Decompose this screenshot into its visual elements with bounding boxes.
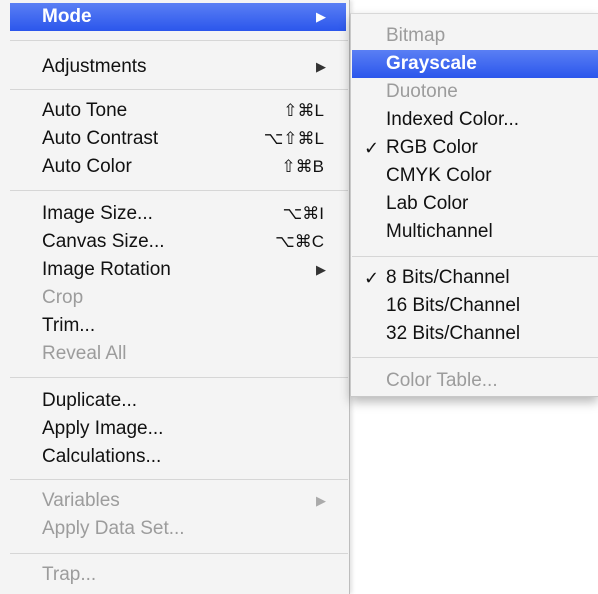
menu-item-duplicate[interactable]: Duplicate...: [10, 387, 346, 415]
submenu-item-rgb-color[interactable]: ✓ RGB Color: [352, 134, 598, 162]
menu-item-label: Trap...: [42, 564, 97, 585]
menu-separator: [352, 256, 598, 257]
menu-item-reveal-all[interactable]: Reveal All: [10, 340, 346, 368]
keyboard-shortcut: ⌥⌘C: [275, 232, 324, 251]
submenu-item-multichannel[interactable]: Multichannel: [352, 218, 598, 246]
menu-item-label: Mode: [42, 6, 92, 27]
menu-item-calculations[interactable]: Calculations...: [10, 443, 346, 471]
menu-item-mode[interactable]: Mode ▶: [10, 3, 346, 31]
menu-separator: [10, 89, 348, 90]
submenu-item-32-bits[interactable]: 32 Bits/Channel: [352, 320, 598, 348]
submenu-item-8-bits[interactable]: ✓ 8 Bits/Channel: [352, 264, 598, 292]
menu-item-apply-data-set[interactable]: Apply Data Set...: [10, 515, 346, 543]
submenu-item-16-bits[interactable]: 16 Bits/Channel: [352, 292, 598, 320]
menu-item-label: Color Table...: [386, 370, 498, 391]
menu-item-label: Auto Contrast: [42, 128, 159, 149]
menu-item-label: Canvas Size...: [42, 231, 165, 252]
menu-item-label: RGB Color: [386, 137, 478, 158]
menu-item-auto-color[interactable]: Auto Color ⇧⌘B: [10, 153, 346, 181]
menu-item-image-size[interactable]: Image Size... ⌥⌘I: [10, 200, 346, 228]
menu-item-label: Image Rotation: [42, 259, 171, 280]
submenu-item-bitmap[interactable]: Bitmap: [352, 22, 598, 50]
keyboard-shortcut: ⇧⌘L: [283, 101, 324, 120]
menu-separator: [10, 190, 348, 191]
menu-item-label: 16 Bits/Channel: [386, 295, 521, 316]
menu-item-auto-contrast[interactable]: Auto Contrast ⌥⇧⌘L: [10, 125, 346, 153]
menu-item-label: Crop: [42, 287, 84, 308]
menu-item-label: Apply Data Set...: [42, 518, 185, 539]
checkmark-icon: ✓: [364, 138, 380, 158]
image-menu: Mode ▶ Adjustments ▶ Auto Tone ⇧⌘L Auto …: [0, 0, 350, 594]
menu-item-apply-image[interactable]: Apply Image...: [10, 415, 346, 443]
menu-separator: [10, 40, 348, 41]
submenu-item-grayscale[interactable]: Grayscale: [352, 50, 598, 78]
menu-item-label: Duotone: [386, 81, 458, 102]
menu-item-variables[interactable]: Variables ▶: [10, 487, 346, 515]
menu-item-label: Auto Color: [42, 156, 132, 177]
menu-item-label: Calculations...: [42, 446, 162, 467]
submenu-item-lab-color[interactable]: Lab Color: [352, 190, 598, 218]
keyboard-shortcut: ⇧⌘B: [281, 157, 324, 176]
menu-item-label: 8 Bits/Channel: [386, 267, 510, 288]
submenu-item-color-table[interactable]: Color Table...: [352, 367, 598, 395]
submenu-item-duotone[interactable]: Duotone: [352, 78, 598, 106]
menu-item-label: 32 Bits/Channel: [386, 323, 521, 344]
menu-separator: [10, 479, 348, 480]
menu-item-label: Adjustments: [42, 56, 147, 77]
menu-item-trim[interactable]: Trim...: [10, 312, 346, 340]
menu-item-label: Apply Image...: [42, 418, 164, 439]
menu-item-adjustments[interactable]: Adjustments ▶: [10, 53, 346, 81]
submenu-item-indexed-color[interactable]: Indexed Color...: [352, 106, 598, 134]
menu-item-label: Duplicate...: [42, 390, 138, 411]
menu-item-label: Auto Tone: [42, 100, 128, 121]
submenu-item-cmyk-color[interactable]: CMYK Color: [352, 162, 598, 190]
menu-item-label: Grayscale: [386, 53, 477, 74]
menu-item-label: CMYK Color: [386, 165, 492, 186]
menu-item-canvas-size[interactable]: Canvas Size... ⌥⌘C: [10, 228, 346, 256]
menu-item-label: Reveal All: [42, 343, 127, 364]
menu-item-trap[interactable]: Trap...: [10, 561, 346, 589]
menu-item-label: Variables: [42, 490, 120, 511]
menu-item-label: Multichannel: [386, 221, 493, 242]
menu-item-label: Image Size...: [42, 203, 153, 224]
menu-item-label: Indexed Color...: [386, 109, 520, 130]
menu-item-label: Lab Color: [386, 193, 469, 214]
submenu-arrow-icon: ▶: [316, 9, 326, 24]
submenu-arrow-icon: ▶: [316, 59, 326, 74]
menu-separator: [352, 357, 598, 358]
mode-submenu: Bitmap Grayscale Duotone Indexed Color..…: [350, 13, 598, 397]
menu-item-auto-tone[interactable]: Auto Tone ⇧⌘L: [10, 97, 346, 125]
submenu-arrow-icon: ▶: [316, 262, 326, 277]
menu-separator: [10, 377, 348, 378]
submenu-arrow-icon: ▶: [316, 493, 326, 508]
keyboard-shortcut: ⌥⇧⌘L: [263, 129, 324, 148]
checkmark-icon: ✓: [364, 268, 380, 288]
keyboard-shortcut: ⌥⌘I: [282, 204, 324, 223]
menu-item-label: Trim...: [42, 315, 96, 336]
menu-item-crop[interactable]: Crop: [10, 284, 346, 312]
menu-item-label: Bitmap: [386, 25, 446, 46]
menu-separator: [10, 553, 348, 554]
menu-item-image-rotation[interactable]: Image Rotation ▶: [10, 256, 346, 284]
